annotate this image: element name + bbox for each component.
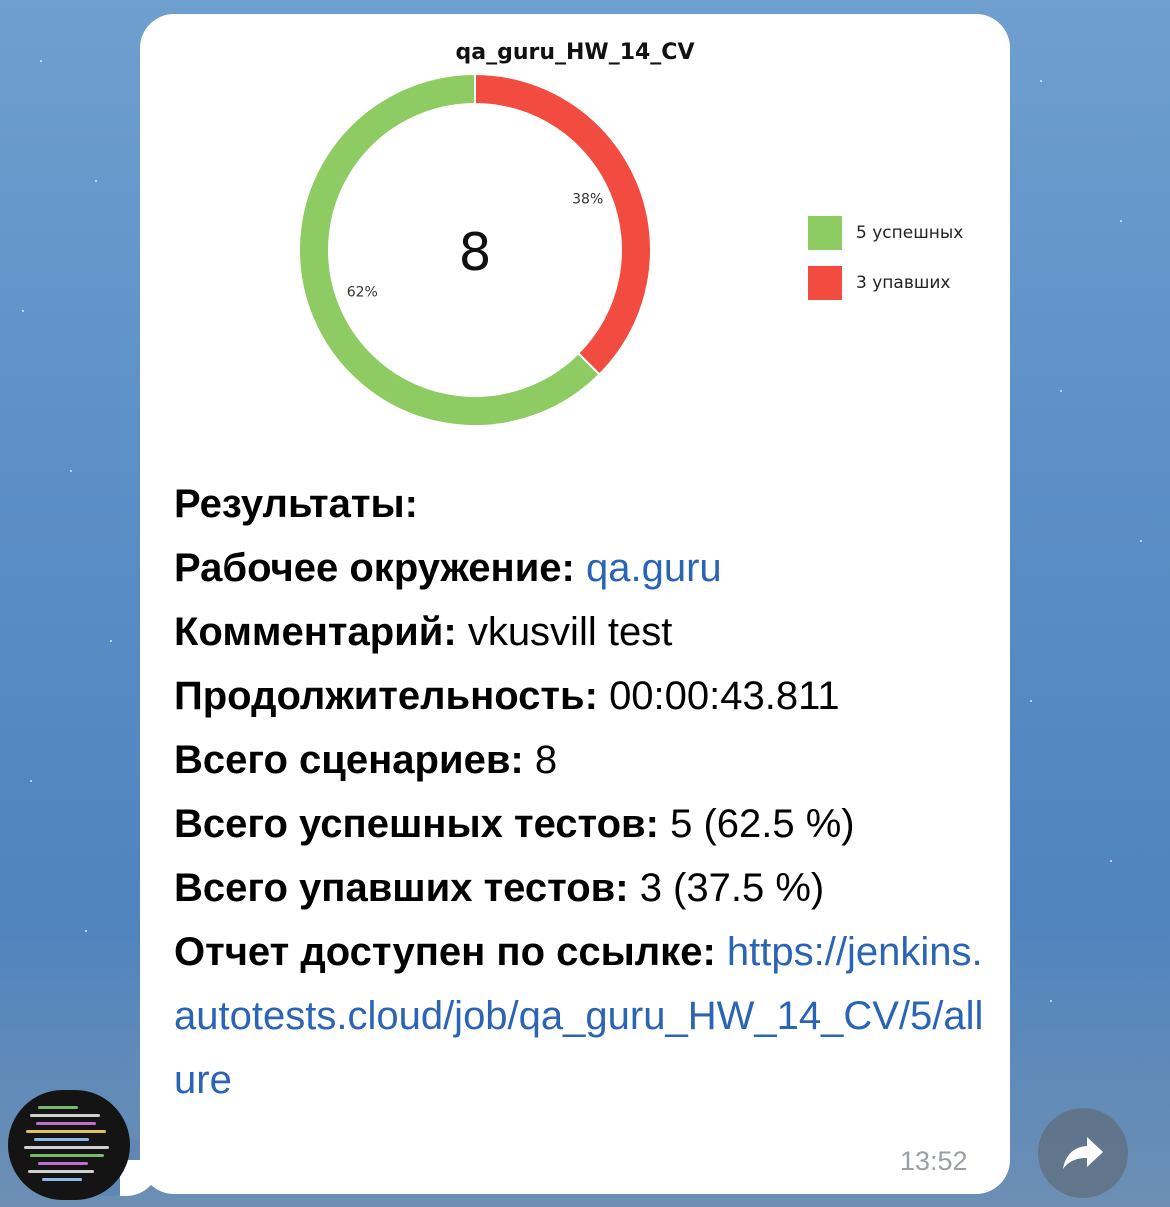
duration-label: Продолжительность: [174,674,598,718]
message-time: 13:52 [900,1146,968,1176]
environment-line: Рабочее окружение: qa.guru [174,536,994,600]
slice-failed-percent-label: 38% [572,191,603,207]
failed-label: Всего упавших тестов: [174,866,629,910]
scenarios-label: Всего сценариев: [174,738,524,782]
message-text[interactable]: Результаты: Рабочее окружение: qa.guru К… [174,472,994,1112]
legend-item-passed: 5 успешных [808,208,963,258]
chart-legend: 5 успешных 3 упавших [808,208,963,308]
scenarios-line: Всего сценариев: 8 [174,728,994,792]
avatar[interactable] [8,1090,130,1200]
legend-label-failed: 3 упавших [856,273,951,293]
passed-value: 5 (62.5 %) [670,802,855,846]
legend-swatch-passed [808,216,842,250]
donut-center-total: 8 [458,223,491,283]
slice-failed [474,72,652,376]
comment-label: Комментарий: [174,610,457,654]
report-label: Отчет доступен по ссылке: [174,930,716,974]
duration-value: 00:00:43.811 [609,674,840,718]
environment-label: Рабочее окружение: [174,546,575,590]
environment-link[interactable]: qa.guru [586,546,722,590]
legend-label-passed: 5 успешных [856,223,964,243]
comment-value: vkusvill test [467,610,673,654]
share-arrow-icon [1063,1137,1103,1169]
results-heading: Результаты: [174,482,418,526]
legend-item-failed: 3 упавших [808,258,963,308]
duration-line: Продолжительность: 00:00:43.811 [174,664,994,728]
passed-label: Всего успешных тестов: [174,802,659,846]
comment-line: Комментарий: vkusvill test [174,600,994,664]
legend-swatch-failed [808,266,842,300]
scenarios-value: 8 [534,738,558,782]
slice-passed-percent-label: 62% [347,285,378,301]
failed-line: Всего упавших тестов: 3 (37.5 %) [174,856,994,920]
donut-chart: 38% 62% 8 [140,60,810,440]
share-button[interactable] [1038,1108,1128,1198]
failed-value: 3 (37.5 %) [639,866,825,910]
report-line: Отчет доступен по ссылке: https://jenkin… [174,920,1004,1112]
passed-line: Всего успешных тестов: 5 (62.5 %) [174,792,934,856]
